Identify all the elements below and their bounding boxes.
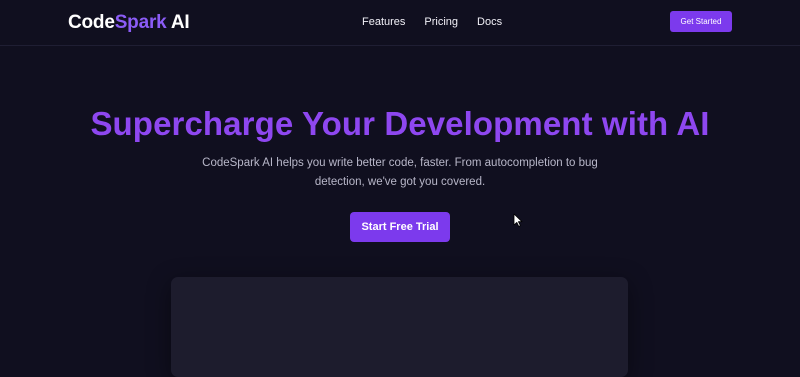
nav-link-pricing[interactable]: Pricing [424, 16, 458, 28]
top-navbar: CodeSpark AI Features Pricing Docs Get S… [0, 0, 800, 46]
logo-text-spark: Spark [114, 12, 167, 33]
nav-link-docs[interactable]: Docs [477, 16, 502, 28]
hero-title: Supercharge Your Development with AI [90, 105, 710, 142]
nav-link-features[interactable]: Features [362, 16, 405, 28]
logo-text-ai: AI [166, 12, 190, 33]
hero-subtitle: CodeSpark AI helps you write better code… [202, 157, 598, 188]
logo-text-code: Code [68, 12, 115, 33]
start-free-trial-button[interactable]: Start Free Trial [350, 212, 450, 242]
product-preview-panel [171, 277, 628, 377]
brand-logo[interactable]: CodeSpark AI [68, 12, 190, 34]
nav-links: Features Pricing Docs [362, 16, 502, 28]
get-started-button[interactable]: Get Started [670, 11, 732, 32]
mouse-pointer-icon [513, 213, 523, 227]
